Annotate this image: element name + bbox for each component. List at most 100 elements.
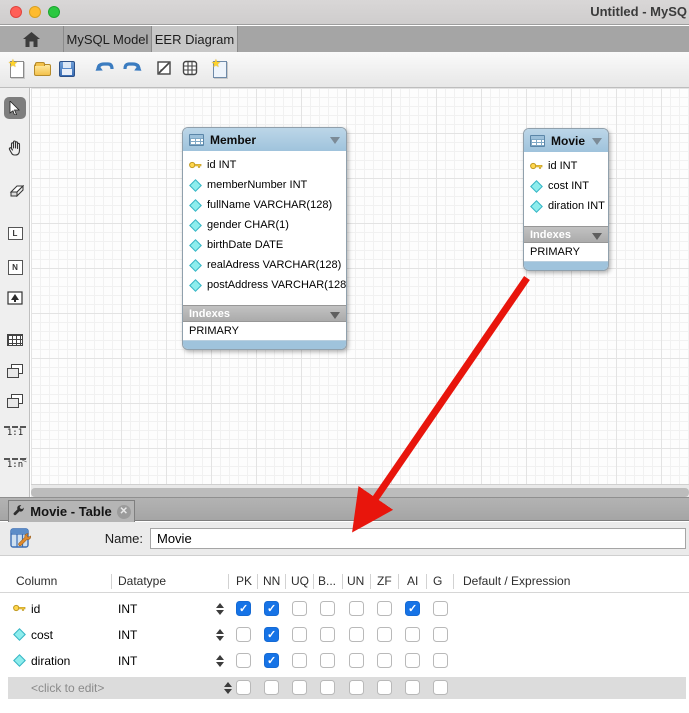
checkbox-pk[interactable] (236, 680, 251, 695)
table-node-header[interactable]: Member (183, 128, 346, 151)
checkbox-pk[interactable] (236, 653, 251, 668)
cell-datatype[interactable]: INT (118, 654, 137, 668)
column-row[interactable]: gender CHAR(1) (183, 215, 346, 235)
checkbox-zf[interactable] (377, 653, 392, 668)
cell-placeholder[interactable]: <click to edit> (31, 681, 104, 695)
tab-mysql-model[interactable]: MySQL Model (64, 26, 152, 52)
datatype-stepper[interactable] (215, 654, 225, 668)
relationship-1-1-tool[interactable]: 1:1 (2, 426, 28, 438)
selection-tool[interactable] (4, 97, 26, 119)
checkbox-uq[interactable] (292, 601, 307, 616)
grid-row-cost[interactable]: cost INT (0, 622, 689, 648)
open-model-button[interactable] (33, 60, 53, 80)
checkbox-zf[interactable] (377, 627, 392, 642)
tab-home[interactable] (0, 26, 64, 52)
eraser-tool[interactable] (4, 180, 26, 202)
checkbox-nn[interactable] (264, 653, 279, 668)
minimize-window-button[interactable] (29, 6, 41, 18)
toggle-grid-button[interactable] (182, 60, 202, 80)
new-diagram-button[interactable]: ★ (211, 60, 231, 80)
checkbox-nn[interactable] (264, 680, 279, 695)
cell-datatype[interactable]: INT (118, 602, 137, 616)
cell-column-name[interactable]: id (31, 602, 40, 616)
save-model-button[interactable] (58, 60, 78, 80)
checkbox-uq[interactable] (292, 653, 307, 668)
layer-tool[interactable]: L (4, 222, 26, 244)
collapse-triangle-icon[interactable] (330, 137, 340, 144)
index-row[interactable]: PRIMARY (524, 243, 608, 262)
checkbox-uq[interactable] (292, 627, 307, 642)
grid-row-diration[interactable]: diration INT (0, 648, 689, 674)
column-row[interactable]: fullName VARCHAR(128) (183, 195, 346, 215)
checkbox-un[interactable] (349, 653, 364, 668)
column-row[interactable]: realAdress VARCHAR(128) (183, 255, 346, 275)
column-row[interactable]: postAddress VARCHAR(128) (183, 275, 346, 295)
checkbox-g[interactable] (433, 653, 448, 668)
table-name-input[interactable] (150, 528, 686, 549)
grid-row-id[interactable]: id INT (0, 596, 689, 622)
column-row[interactable]: id INT (183, 155, 346, 175)
checkbox-zf[interactable] (377, 601, 392, 616)
datatype-stepper[interactable] (223, 681, 233, 695)
index-row[interactable]: PRIMARY (183, 322, 346, 341)
checkbox-g[interactable] (433, 601, 448, 616)
table-node-movie[interactable]: Movie id INT cost INT diration INT Index… (523, 128, 609, 271)
column-row[interactable]: memberNumber INT (183, 175, 346, 195)
checkbox-nn[interactable] (264, 601, 279, 616)
routine-group-tool[interactable] (4, 390, 26, 412)
close-icon[interactable]: ✕ (117, 505, 131, 519)
collapse-triangle-icon[interactable] (330, 312, 340, 319)
relationship-1-n-tool[interactable]: < 1:n (2, 458, 28, 470)
image-tool[interactable] (4, 287, 26, 309)
checkbox-b[interactable] (320, 653, 335, 668)
cell-datatype[interactable]: INT (118, 628, 137, 642)
relationship-label: 1:1 (2, 428, 28, 438)
zoom-window-button[interactable] (48, 6, 60, 18)
checkbox-ai[interactable] (405, 627, 420, 642)
datatype-stepper[interactable] (215, 602, 225, 616)
checkbox-b[interactable] (320, 627, 335, 642)
column-row[interactable]: cost INT (524, 176, 608, 196)
checkbox-un[interactable] (349, 601, 364, 616)
pan-tool[interactable] (4, 137, 26, 159)
checkbox-ai[interactable] (405, 601, 420, 616)
checkbox-zf[interactable] (377, 680, 392, 695)
collapse-triangle-icon[interactable] (592, 233, 602, 240)
scrollbar-thumb[interactable] (31, 488, 689, 497)
checkbox-uq[interactable] (292, 680, 307, 695)
canvas-horizontal-scrollbar[interactable] (31, 484, 689, 497)
checkbox-b[interactable] (320, 680, 335, 695)
checkbox-un[interactable] (349, 627, 364, 642)
checkbox-nn[interactable] (264, 627, 279, 642)
datatype-stepper[interactable] (215, 628, 225, 642)
table-node-member[interactable]: Member id INT memberNumber INT fullName … (182, 127, 347, 350)
tab-eer-diagram[interactable]: EER Diagram (152, 26, 238, 52)
column-row[interactable]: birthDate DATE (183, 235, 346, 255)
checkbox-b[interactable] (320, 601, 335, 616)
view-tool[interactable] (4, 360, 26, 382)
indexes-section-header[interactable]: Indexes (183, 305, 346, 322)
column-row[interactable]: id INT (524, 156, 608, 176)
undo-button[interactable] (95, 60, 115, 80)
close-window-button[interactable] (10, 6, 22, 18)
indexes-section-header[interactable]: Indexes (524, 226, 608, 243)
editor-tab-movie-table[interactable]: Movie - Table ✕ (8, 500, 135, 522)
column-row[interactable]: diration INT (524, 196, 608, 216)
note-tool[interactable]: N (4, 256, 26, 278)
checkbox-g[interactable] (433, 627, 448, 642)
table-node-header[interactable]: Movie (524, 129, 608, 152)
checkbox-ai[interactable] (405, 680, 420, 695)
redo-button[interactable] (122, 60, 142, 80)
toggle-pen-button[interactable] (156, 60, 176, 80)
table-tool[interactable] (4, 329, 26, 351)
cell-column-name[interactable]: diration (31, 654, 70, 668)
checkbox-pk[interactable] (236, 601, 251, 616)
new-model-button[interactable]: ★ (8, 60, 28, 80)
checkbox-pk[interactable] (236, 627, 251, 642)
checkbox-g[interactable] (433, 680, 448, 695)
collapse-triangle-icon[interactable] (592, 138, 602, 145)
cell-column-name[interactable]: cost (31, 628, 53, 642)
grid-row-new-column[interactable]: <click to edit> (8, 677, 686, 699)
checkbox-un[interactable] (349, 680, 364, 695)
checkbox-ai[interactable] (405, 653, 420, 668)
